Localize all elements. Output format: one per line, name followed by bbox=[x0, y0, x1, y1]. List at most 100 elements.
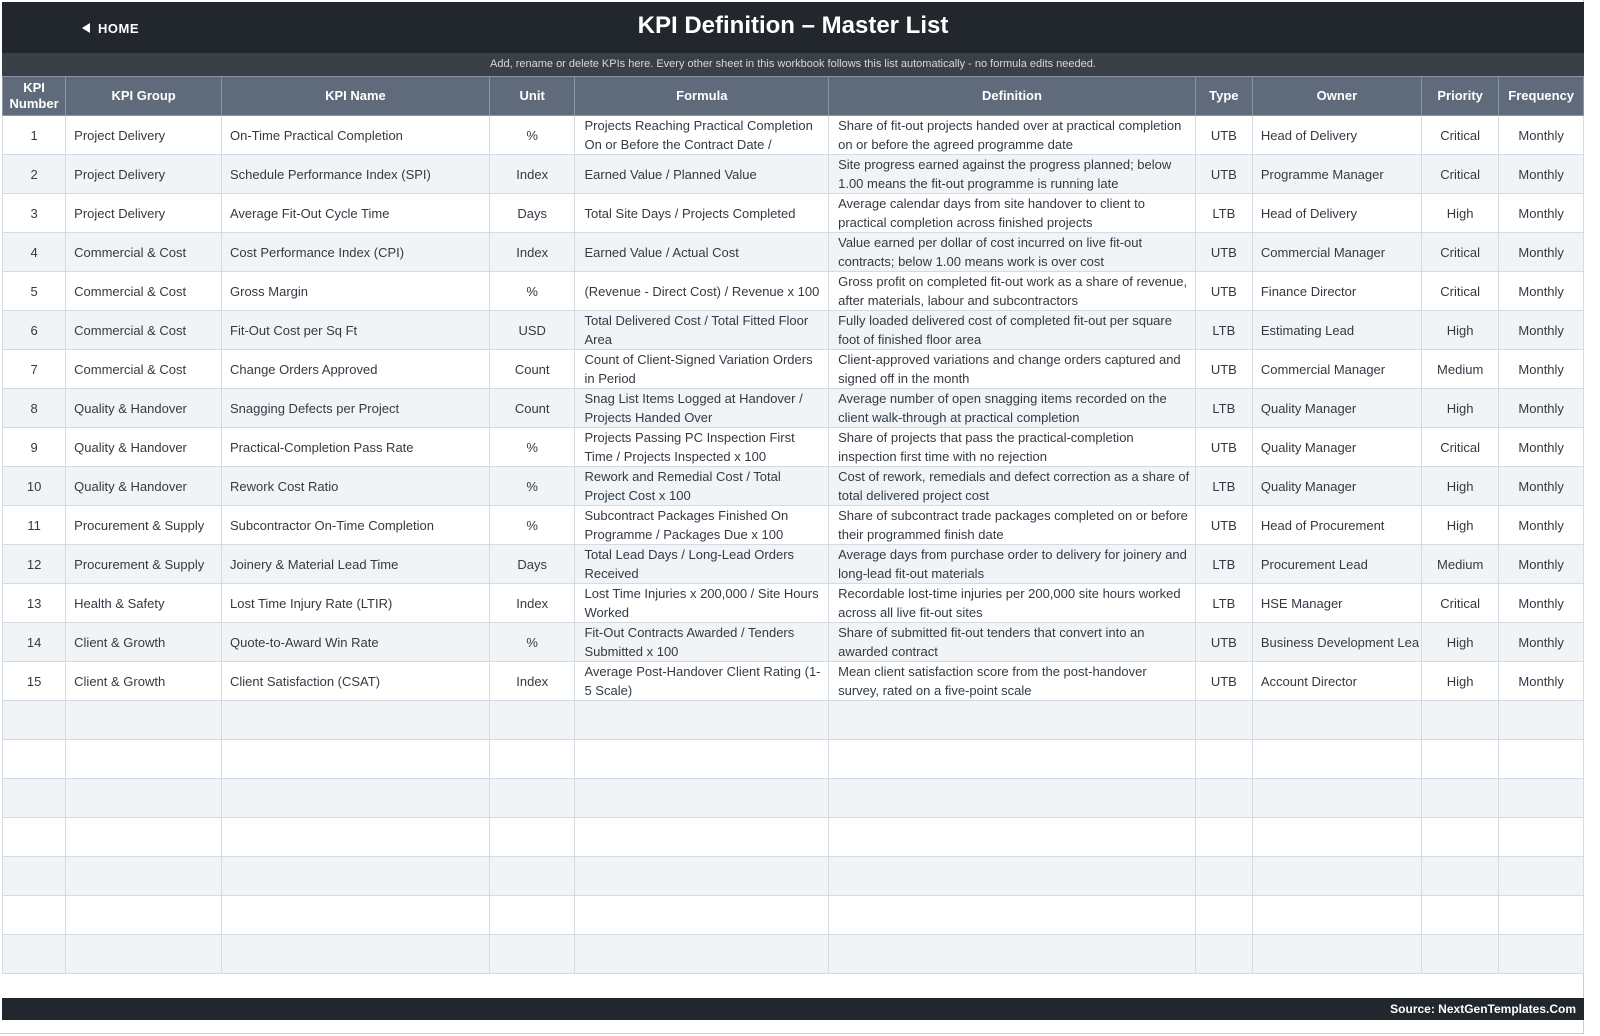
kpi-name-cell[interactable]: Lost Time Injury Rate (LTIR) bbox=[221, 583, 490, 623]
col-header-kpi-name[interactable]: KPI Name bbox=[221, 76, 490, 116]
formula-cell[interactable]: Subcontract Packages Finished On Program… bbox=[574, 505, 830, 545]
kpi-name-cell[interactable]: Gross Margin bbox=[221, 271, 490, 311]
kpi-name-cell[interactable]: Client Satisfaction (CSAT) bbox=[221, 661, 490, 701]
type-cell[interactable]: UTB bbox=[1194, 115, 1253, 155]
frequency-cell[interactable]: Monthly bbox=[1498, 466, 1584, 506]
kpi-group-cell[interactable]: Project Delivery bbox=[65, 154, 222, 194]
empty-cell[interactable] bbox=[488, 700, 576, 740]
empty-cell[interactable] bbox=[1194, 934, 1253, 974]
col-header-definition[interactable]: Definition bbox=[828, 76, 1196, 116]
col-header-type[interactable]: Type bbox=[1194, 76, 1253, 116]
empty-cell[interactable] bbox=[574, 817, 830, 857]
formula-cell[interactable]: (Revenue - Direct Cost) / Revenue x 100 bbox=[574, 271, 830, 311]
empty-cell[interactable] bbox=[1420, 739, 1500, 779]
empty-cell[interactable] bbox=[1, 739, 67, 779]
formula-cell[interactable]: Total Delivered Cost / Total Fitted Floo… bbox=[574, 310, 830, 350]
empty-cell[interactable] bbox=[828, 817, 1196, 857]
kpi-name-cell[interactable]: Subcontractor On-Time Completion bbox=[221, 505, 490, 545]
owner-cell[interactable]: Head of Delivery bbox=[1251, 115, 1422, 155]
kpi-name-cell[interactable]: Cost Performance Index (CPI) bbox=[221, 232, 490, 272]
unit-cell[interactable]: USD bbox=[488, 310, 576, 350]
unit-cell[interactable]: Index bbox=[488, 154, 576, 194]
formula-cell[interactable]: Lost Time Injuries x 200,000 / Site Hour… bbox=[574, 583, 830, 623]
owner-cell[interactable]: Estimating Lead bbox=[1251, 310, 1422, 350]
kpi-number-cell[interactable]: 11 bbox=[1, 505, 67, 545]
kpi-group-cell[interactable]: Commercial & Cost bbox=[65, 232, 222, 272]
kpi-number-cell[interactable]: 14 bbox=[1, 622, 67, 662]
empty-cell[interactable] bbox=[488, 778, 576, 818]
frequency-cell[interactable]: Monthly bbox=[1498, 115, 1584, 155]
unit-cell[interactable]: Count bbox=[488, 388, 576, 428]
empty-cell[interactable] bbox=[65, 934, 222, 974]
kpi-number-cell[interactable]: 6 bbox=[1, 310, 67, 350]
empty-cell[interactable] bbox=[488, 739, 576, 779]
empty-cell[interactable] bbox=[221, 895, 490, 935]
formula-cell[interactable]: Snag List Items Logged at Handover / Pro… bbox=[574, 388, 830, 428]
kpi-group-cell[interactable]: Project Delivery bbox=[65, 193, 222, 233]
empty-cell[interactable] bbox=[828, 778, 1196, 818]
type-cell[interactable]: LTB bbox=[1194, 544, 1253, 584]
frequency-cell[interactable]: Monthly bbox=[1498, 583, 1584, 623]
frequency-cell[interactable]: Monthly bbox=[1498, 271, 1584, 311]
empty-cell[interactable] bbox=[1498, 895, 1584, 935]
empty-cell[interactable] bbox=[574, 739, 830, 779]
empty-cell[interactable] bbox=[221, 700, 490, 740]
unit-cell[interactable]: % bbox=[488, 622, 576, 662]
unit-cell[interactable]: Days bbox=[488, 544, 576, 584]
empty-cell[interactable] bbox=[1, 700, 67, 740]
formula-cell[interactable]: Count of Client-Signed Variation Orders … bbox=[574, 349, 830, 389]
owner-cell[interactable]: Business Development Lea bbox=[1251, 622, 1422, 662]
empty-cell[interactable] bbox=[574, 895, 830, 935]
definition-cell[interactable]: Client-approved variations and change or… bbox=[828, 349, 1196, 389]
type-cell[interactable]: UTB bbox=[1194, 661, 1253, 701]
priority-cell[interactable]: Critical bbox=[1420, 154, 1500, 194]
owner-cell[interactable]: Programme Manager bbox=[1251, 154, 1422, 194]
kpi-number-cell[interactable]: 9 bbox=[1, 427, 67, 467]
empty-cell[interactable] bbox=[1420, 700, 1500, 740]
empty-cell[interactable] bbox=[1, 856, 67, 896]
empty-cell[interactable] bbox=[221, 778, 490, 818]
owner-cell[interactable]: Commercial Manager bbox=[1251, 349, 1422, 389]
kpi-group-cell[interactable]: Commercial & Cost bbox=[65, 349, 222, 389]
unit-cell[interactable]: Index bbox=[488, 583, 576, 623]
unit-cell[interactable]: Index bbox=[488, 232, 576, 272]
frequency-cell[interactable]: Monthly bbox=[1498, 427, 1584, 467]
type-cell[interactable]: UTB bbox=[1194, 505, 1253, 545]
definition-cell[interactable]: Cost of rework, remedials and defect cor… bbox=[828, 466, 1196, 506]
priority-cell[interactable]: Critical bbox=[1420, 427, 1500, 467]
priority-cell[interactable]: High bbox=[1420, 193, 1500, 233]
col-header-priority[interactable]: Priority bbox=[1420, 76, 1500, 116]
empty-cell[interactable] bbox=[828, 934, 1196, 974]
definition-cell[interactable]: Mean client satisfaction score from the … bbox=[828, 661, 1196, 701]
empty-cell[interactable] bbox=[1, 895, 67, 935]
frequency-cell[interactable]: Monthly bbox=[1498, 310, 1584, 350]
empty-cell[interactable] bbox=[1251, 817, 1422, 857]
kpi-number-cell[interactable]: 13 bbox=[1, 583, 67, 623]
unit-cell[interactable]: % bbox=[488, 466, 576, 506]
empty-cell[interactable] bbox=[1251, 778, 1422, 818]
kpi-number-cell[interactable]: 7 bbox=[1, 349, 67, 389]
empty-cell[interactable] bbox=[1194, 778, 1253, 818]
kpi-name-cell[interactable]: Average Fit-Out Cycle Time bbox=[221, 193, 490, 233]
col-header-kpi-group[interactable]: KPI Group bbox=[65, 76, 222, 116]
kpi-group-cell[interactable]: Procurement & Supply bbox=[65, 544, 222, 584]
definition-cell[interactable]: Share of projects that pass the practica… bbox=[828, 427, 1196, 467]
type-cell[interactable]: UTB bbox=[1194, 154, 1253, 194]
priority-cell[interactable]: Critical bbox=[1420, 115, 1500, 155]
definition-cell[interactable]: Share of fit-out projects handed over at… bbox=[828, 115, 1196, 155]
kpi-name-cell[interactable]: Snagging Defects per Project bbox=[221, 388, 490, 428]
type-cell[interactable]: LTB bbox=[1194, 583, 1253, 623]
formula-cell[interactable]: Rework and Remedial Cost / Total Project… bbox=[574, 466, 830, 506]
priority-cell[interactable]: Medium bbox=[1420, 544, 1500, 584]
kpi-group-cell[interactable]: Procurement & Supply bbox=[65, 505, 222, 545]
frequency-cell[interactable]: Monthly bbox=[1498, 232, 1584, 272]
col-header-kpi-number[interactable]: KPI Number bbox=[1, 76, 67, 116]
kpi-name-cell[interactable]: Quote-to-Award Win Rate bbox=[221, 622, 490, 662]
kpi-name-cell[interactable]: Practical-Completion Pass Rate bbox=[221, 427, 490, 467]
definition-cell[interactable]: Average days from purchase order to deli… bbox=[828, 544, 1196, 584]
kpi-number-cell[interactable]: 10 bbox=[1, 466, 67, 506]
col-header-frequency[interactable]: Frequency bbox=[1498, 76, 1584, 116]
empty-cell[interactable] bbox=[488, 895, 576, 935]
unit-cell[interactable]: % bbox=[488, 115, 576, 155]
empty-cell[interactable] bbox=[221, 817, 490, 857]
